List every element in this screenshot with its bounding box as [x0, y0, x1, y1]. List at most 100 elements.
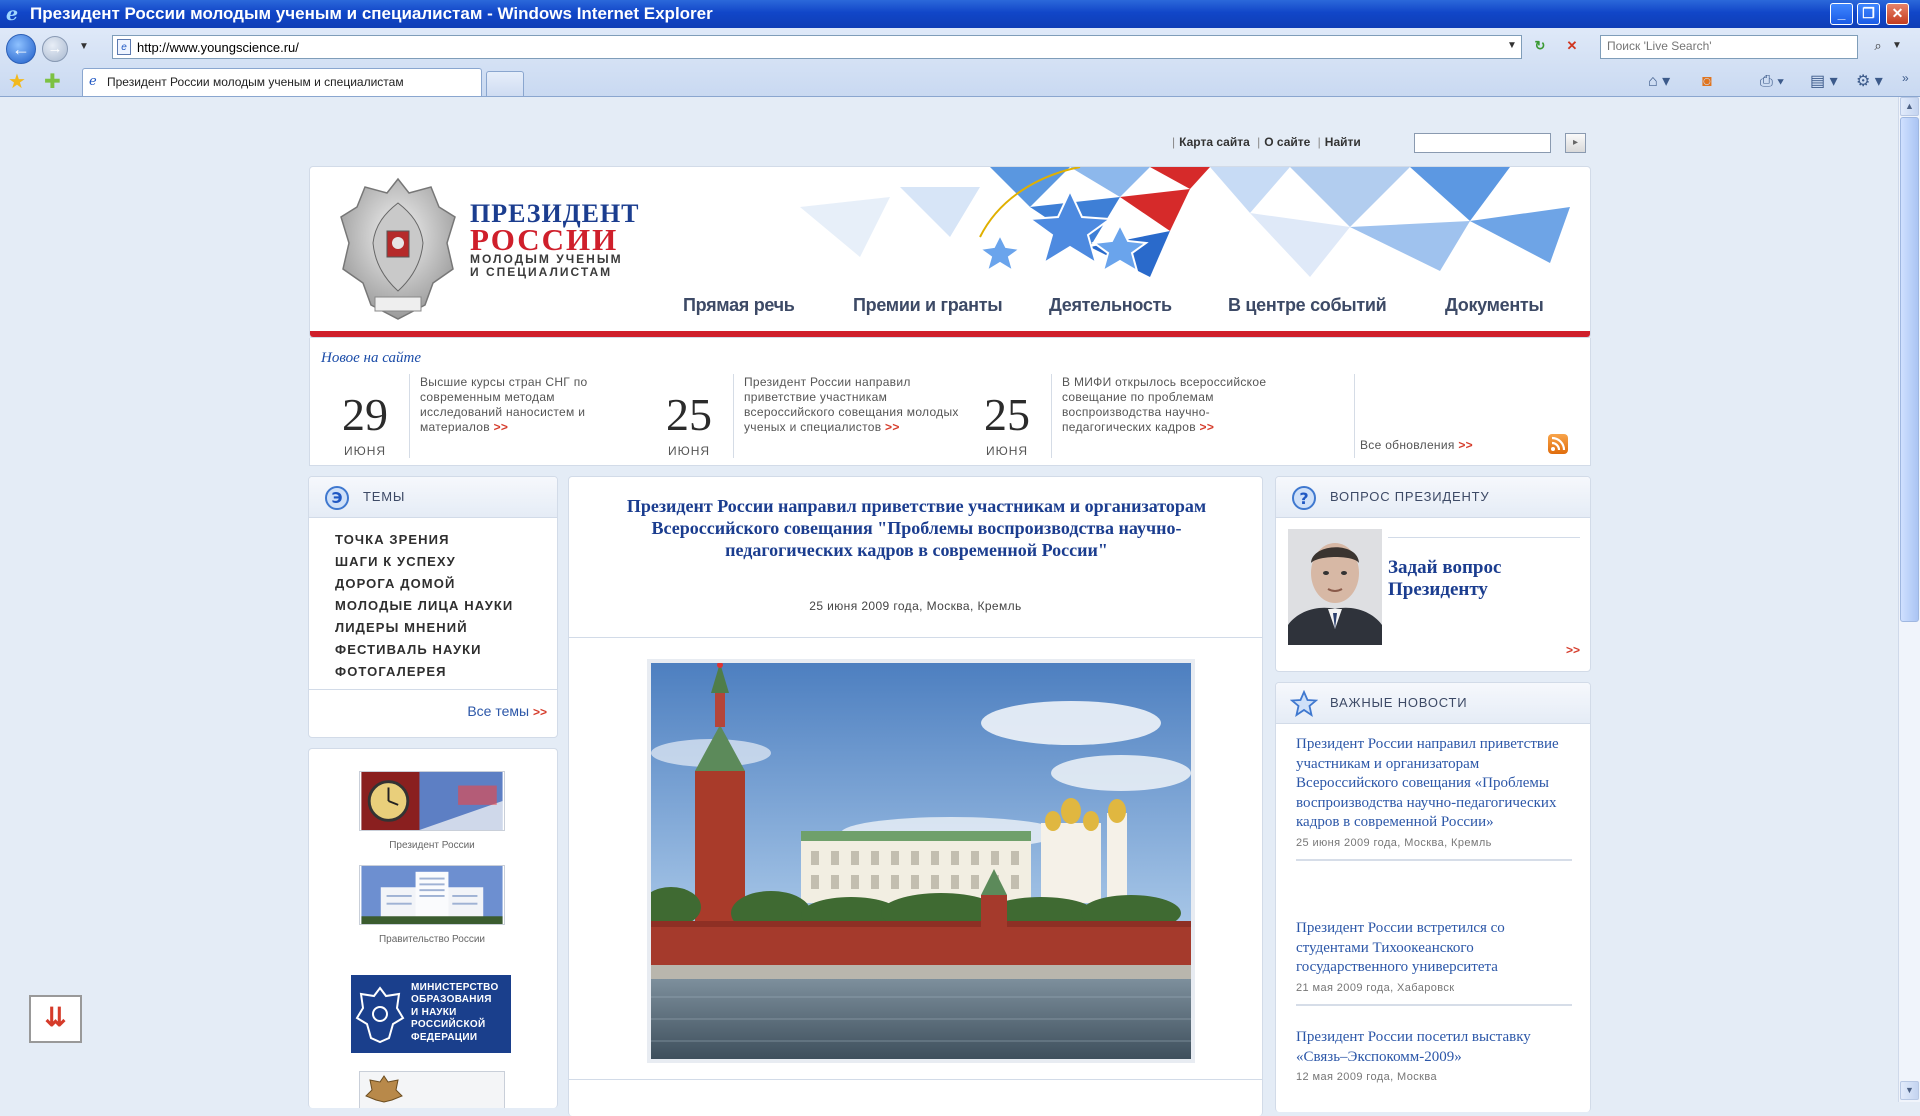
find-label[interactable]: Найти: [1325, 135, 1361, 149]
all-updates-link[interactable]: Все обновления >>: [1360, 438, 1473, 452]
link-ministry[interactable]: МИНИСТЕРСТВО ОБРАЗОВАНИЯ И НАУКИ РОССИЙС…: [351, 975, 511, 1053]
site-search-input[interactable]: [1415, 134, 1549, 152]
address-bar[interactable]: e: [112, 35, 1522, 59]
rss-icon: ◙: [1702, 73, 1712, 90]
url-input[interactable]: [137, 38, 1517, 56]
link-government[interactable]: Правительство России: [359, 865, 505, 945]
refresh-button[interactable]: ↻: [1528, 35, 1552, 59]
kremlin-photo[interactable]: [647, 659, 1195, 1063]
coat-of-arms-emblem[interactable]: [335, 173, 461, 325]
news-headline[interactable]: Президент России встретился со студентам…: [1296, 919, 1572, 978]
news-divider: [409, 374, 410, 458]
page-menu-button[interactable]: ▤ ▾: [1810, 72, 1838, 92]
news-headline[interactable]: Президент России направил приветствие уч…: [1296, 735, 1572, 833]
scroll-down-button[interactable]: ⇊: [29, 995, 82, 1043]
themes-panel: Э ТЕМЫ ТОЧКА ЗРЕНИЯ ШАГИ К УСПЕХУ ДОРОГА…: [308, 476, 558, 738]
scroll-down-arrow[interactable]: ▼: [1900, 1081, 1919, 1100]
themes-panel-header: Э ТЕМЫ: [309, 477, 557, 518]
close-button[interactable]: ✕: [1886, 3, 1909, 25]
ask-president-more[interactable]: >>: [1566, 643, 1580, 657]
important-news-item[interactable]: Президент России направил приветствие уч…: [1296, 735, 1572, 861]
link-ministry-2[interactable]: [359, 1071, 505, 1108]
new-tab-button[interactable]: [486, 71, 524, 96]
sitemap-link[interactable]: Карта сайта: [1179, 135, 1250, 149]
feeds-button[interactable]: ◙: [1702, 72, 1712, 92]
home-button[interactable]: ⌂ ▾: [1648, 72, 1670, 92]
utility-links: | Карта сайта | О сайте | Найти: [1172, 135, 1361, 149]
favorites-center-button[interactable]: ★: [8, 72, 26, 92]
nav-direct-speech[interactable]: Прямая речь: [683, 295, 795, 316]
ministry-banner: МИНИСТЕРСТВО ОБРАЗОВАНИЯ И НАУКИ РОССИЙС…: [351, 975, 511, 1053]
news-divider: [1296, 1003, 1572, 1006]
rss-icon[interactable]: [1548, 434, 1568, 454]
scroll-thumb[interactable]: [1900, 117, 1919, 622]
link-caption: Президент России: [389, 840, 475, 851]
nav-documents[interactable]: Документы: [1445, 295, 1544, 316]
nav-events[interactable]: В центре событий: [1228, 295, 1387, 316]
tools-menu-button[interactable]: ⚙ ▾: [1856, 72, 1883, 92]
address-dropdown-button[interactable]: ▼: [1500, 35, 1524, 59]
stop-button[interactable]: ✕: [1560, 35, 1584, 59]
vertical-scrollbar[interactable]: ▲ ▼: [1898, 97, 1920, 1102]
brand-line-2: РОССИИ: [470, 222, 619, 257]
ask-divider: [1388, 537, 1580, 538]
news-day: 25: [666, 389, 712, 440]
back-icon: ←: [12, 39, 30, 59]
site-search-button[interactable]: ▸: [1565, 133, 1586, 153]
themes-icon: Э: [325, 486, 349, 510]
theme-item[interactable]: ШАГИ К УСПЕХУ: [335, 551, 513, 573]
history-dropdown-button[interactable]: ▼: [76, 36, 92, 60]
search-options-button[interactable]: ▼: [1890, 35, 1904, 59]
ask-president-header: ? ВОПРОС ПРЕЗИДЕНТУ: [1276, 477, 1590, 518]
theme-item[interactable]: ФЕСТИВАЛЬ НАУКИ: [335, 639, 513, 661]
browser-toolbar: ← → ▼ e ▼ ↻ ✕ ⌕ ▼ ★ ✚ e Президент России…: [0, 28, 1920, 97]
news-text[interactable]: Президент России направил приветствие уч…: [744, 375, 959, 435]
search-button[interactable]: ⌕: [1866, 35, 1890, 59]
more-link[interactable]: >>: [1200, 420, 1215, 434]
important-news-item[interactable]: Президент России встретился со студентам…: [1296, 919, 1572, 1006]
back-button[interactable]: ←: [6, 34, 36, 64]
page-menu-icon: ▤: [1810, 73, 1826, 90]
live-search-input[interactable]: [1601, 36, 1851, 56]
main-article-panel: Президент России направил приветствие уч…: [568, 476, 1263, 1116]
site-search-box[interactable]: [1414, 133, 1551, 153]
ask-president-link[interactable]: Задай вопрос Президенту: [1388, 557, 1538, 601]
news-headline[interactable]: Президент России посетил выставку «Связь…: [1296, 1028, 1572, 1067]
header-red-stripe: [310, 331, 1590, 337]
nav-activities[interactable]: Деятельность: [1049, 295, 1172, 316]
news-text[interactable]: Высшие курсы стран СНГ по современным ме…: [420, 375, 635, 435]
theme-item[interactable]: ДОРОГА ДОМОЙ: [335, 573, 513, 595]
forward-button[interactable]: →: [42, 36, 68, 62]
all-themes-link[interactable]: Все темы >>: [467, 703, 547, 719]
page-icon: e: [117, 39, 131, 55]
important-news-item[interactable]: Президент России посетил выставку «Связь…: [1296, 1028, 1572, 1083]
nav-prizes-grants[interactable]: Премии и гранты: [853, 295, 1003, 316]
news-text[interactable]: В МИФИ открылось всероссийское совещание…: [1062, 375, 1277, 435]
theme-item[interactable]: ФОТОГАЛЕРЕЯ: [335, 661, 513, 683]
link-president[interactable]: Президент России: [359, 771, 505, 851]
maximize-button[interactable]: ❐: [1857, 3, 1880, 25]
more-link[interactable]: >>: [494, 420, 509, 434]
news-divider: [1051, 374, 1052, 458]
minimize-button[interactable]: _: [1830, 3, 1853, 25]
tab-row: ★ ✚ e Президент России молодым ученым и …: [0, 68, 1920, 96]
add-favorites-button[interactable]: ✚: [44, 72, 61, 92]
scroll-up-arrow[interactable]: ▲: [1900, 97, 1919, 116]
star-icon: ★: [8, 71, 26, 93]
theme-item[interactable]: МОЛОДЫЕ ЛИЦА НАУКИ: [335, 595, 513, 617]
theme-item[interactable]: ТОЧКА ЗРЕНИЯ: [335, 529, 513, 551]
news-day: 29: [342, 389, 388, 440]
president-portrait[interactable]: [1288, 529, 1382, 645]
ask-president-panel: ? ВОПРОС ПРЕЗИДЕНТУ Задай вопрос Президе…: [1275, 476, 1591, 672]
live-search-box[interactable]: [1600, 35, 1858, 59]
about-link[interactable]: О сайте: [1264, 135, 1310, 149]
toolbar-overflow-button[interactable]: »: [1902, 68, 1909, 88]
site-brand-title[interactable]: ПРЕЗИДЕНТ РОССИИ МОЛОДЫМ УЧЕНЫМ И СПЕЦИА…: [470, 201, 640, 279]
article-title[interactable]: Президент России направил приветствие уч…: [589, 495, 1244, 561]
tab-current[interactable]: e Президент России молодым ученым и спец…: [82, 68, 482, 96]
print-button[interactable]: ⎙ ▾: [1760, 72, 1784, 92]
theme-item[interactable]: ЛИДЕРЫ МНЕНИЙ: [335, 617, 513, 639]
link-caption: Правительство России: [378, 934, 486, 945]
search-icon: ⌕: [1874, 38, 1882, 53]
more-link[interactable]: >>: [885, 420, 900, 434]
